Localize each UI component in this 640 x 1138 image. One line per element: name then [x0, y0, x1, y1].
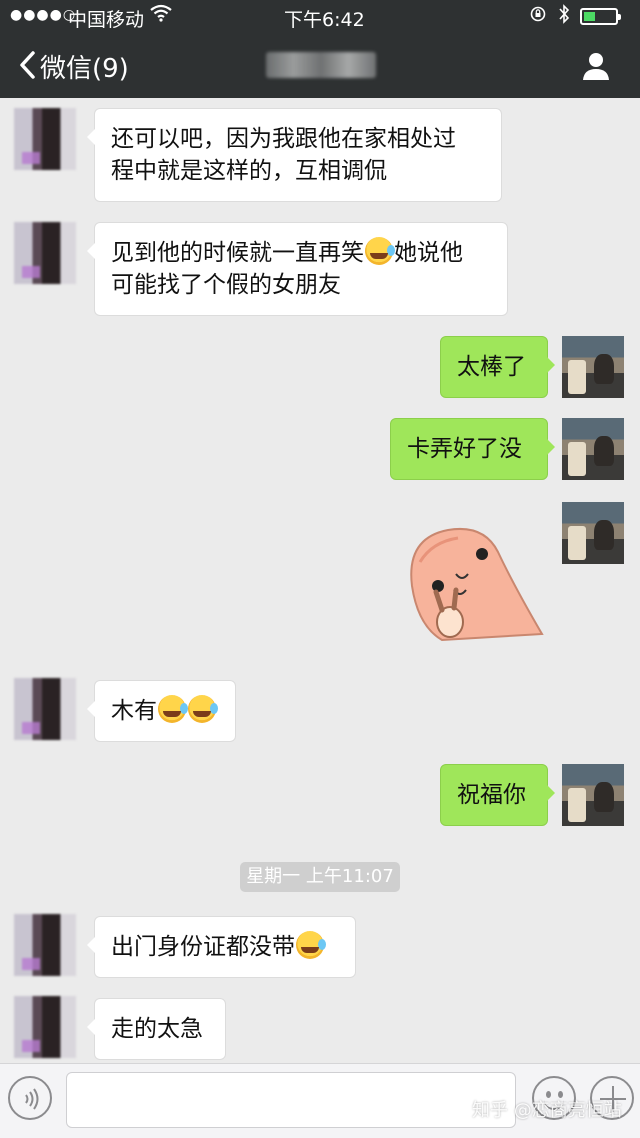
message-text-cont: 她说他	[394, 240, 463, 266]
message-text: 见到他的时候就一直再笑	[111, 240, 364, 266]
bluetooth-icon	[558, 4, 570, 29]
my-avatar[interactable]	[562, 336, 624, 398]
message-timestamp: 星期一 上午11:07	[240, 862, 400, 892]
contact-avatar[interactable]	[14, 996, 76, 1058]
back-button[interactable]: 微信(9)	[18, 48, 129, 85]
message-bubble-incoming[interactable]: 走的太急	[87, 998, 226, 1060]
person-icon[interactable]	[580, 50, 612, 82]
status-bar: ●●●●○ 中国移动 下午6:42	[0, 0, 640, 34]
message-text: 出门身份证都没带	[111, 934, 295, 960]
voice-icon[interactable]	[8, 1076, 52, 1120]
chevron-left-icon	[18, 50, 36, 84]
my-avatar[interactable]	[562, 418, 624, 480]
message-text: 木有	[111, 698, 157, 724]
contact-avatar[interactable]	[14, 914, 76, 976]
battery-icon	[580, 8, 621, 25]
contact-avatar[interactable]	[14, 222, 76, 284]
message-text-line2: 可能找了个假的女朋友	[111, 272, 341, 298]
message-text-line2: 程中就是这样的，互相调侃	[111, 158, 387, 184]
laughing-emoji-icon	[296, 931, 326, 959]
message-input[interactable]	[66, 1072, 516, 1128]
top-bar: ●●●●○ 中国移动 下午6:42 微信(9)	[0, 0, 640, 98]
my-avatar[interactable]	[562, 502, 624, 564]
laughing-emoji-icon	[365, 237, 395, 265]
chat-title-blurred	[266, 52, 376, 78]
message-bubble-outgoing[interactable]: 太棒了	[440, 336, 555, 398]
status-time: 下午6:42	[284, 9, 365, 31]
message-bubble-incoming[interactable]: 见到他的时候就一直再笑 她说他 可能找了个假的女朋友	[87, 222, 508, 316]
message-text: 还可以吧，因为我跟他在家相处过	[111, 126, 456, 152]
laughing-emoji-icon	[188, 695, 218, 723]
laughing-emoji-icon	[158, 695, 188, 723]
battery-fill	[584, 12, 595, 21]
message-bubble-incoming[interactable]: 还可以吧，因为我跟他在家相处过 程中就是这样的，互相调侃	[87, 108, 502, 202]
my-avatar[interactable]	[562, 764, 624, 826]
message-text: 太棒了	[457, 354, 526, 380]
victory-sticker[interactable]	[402, 516, 552, 646]
message-bubble-outgoing[interactable]: 卡弄好了没	[390, 418, 555, 480]
rotation-lock-icon	[530, 6, 546, 26]
message-bubble-incoming[interactable]: 出门身份证都没带	[87, 916, 356, 978]
signal-strength: ●●●●○	[10, 7, 77, 23]
contact-avatar[interactable]	[14, 678, 76, 740]
wifi-icon	[150, 4, 172, 27]
message-text: 卡弄好了没	[407, 436, 522, 462]
contact-avatar[interactable]	[14, 108, 76, 170]
message-text: 祝福你	[457, 782, 526, 808]
nav-bar: 微信(9)	[0, 34, 640, 98]
back-label: 微信(9)	[40, 54, 129, 84]
message-bubble-outgoing[interactable]: 祝福你	[440, 764, 555, 826]
message-bubble-incoming[interactable]: 木有	[87, 680, 236, 742]
message-text: 走的太急	[111, 1016, 203, 1042]
carrier-name: 中国移动	[68, 9, 145, 31]
chat-area[interactable]: 还可以吧，因为我跟他在家相处过 程中就是这样的，互相调侃 见到他的时候就一直再笑…	[0, 98, 640, 1063]
watermark: 知乎 @恋商亮恒站	[472, 1100, 622, 1121]
